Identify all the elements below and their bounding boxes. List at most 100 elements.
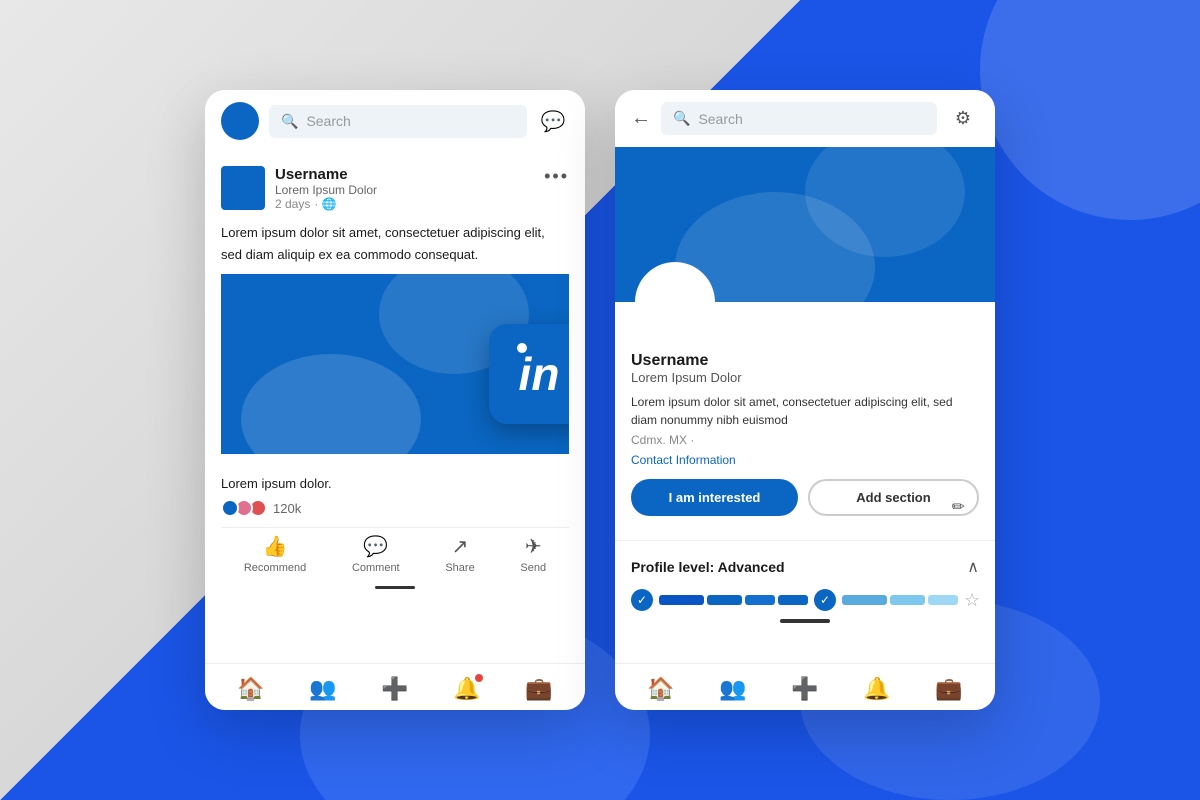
right-jobs-icon: 💼 bbox=[935, 676, 962, 702]
progress-bar: ✓ ✓ ☆ bbox=[631, 589, 979, 611]
edit-pencil-icon[interactable]: ✏ bbox=[952, 497, 965, 517]
right-bottom-nav: 🏠 👥 ➕ 🔔 💼 bbox=[615, 663, 995, 710]
post-author: Username Lorem Ipsum Dolor 2 days · 🌐 bbox=[221, 166, 377, 211]
right-nav-add[interactable]: ➕ bbox=[791, 676, 818, 702]
profile-action-row: I am interested Add section bbox=[631, 479, 979, 516]
network-icon: 👥 bbox=[309, 676, 336, 702]
right-network-icon: 👥 bbox=[719, 676, 746, 702]
post-time: 2 days · 🌐 bbox=[275, 197, 377, 211]
chat-icon[interactable]: 💬 bbox=[537, 105, 569, 137]
right-search-bar[interactable]: 🔍 Search bbox=[661, 102, 937, 135]
home-icon: 🏠 bbox=[237, 676, 264, 702]
post-text-line2: sed diam aliquip ex ea commodo consequat… bbox=[221, 245, 569, 265]
progress-seg-3 bbox=[745, 595, 775, 605]
home-indicator-right bbox=[780, 619, 830, 623]
profile-bio: Lorem ipsum dolor sit amet, consectetuer… bbox=[631, 393, 979, 429]
reaction-count: 120k bbox=[273, 501, 301, 516]
comment-label: Comment bbox=[352, 562, 400, 574]
linkedin-in-text: in bbox=[519, 348, 560, 400]
reaction-dot-blue bbox=[221, 499, 239, 517]
post-header: Username Lorem Ipsum Dolor 2 days · 🌐 ••… bbox=[221, 166, 569, 211]
search-icon-right: 🔍 bbox=[673, 110, 690, 127]
post-footer-text: Lorem ipsum dolor. bbox=[221, 476, 569, 491]
right-search-text: Search bbox=[698, 111, 742, 127]
notification-badge bbox=[473, 672, 485, 684]
post-footer: Lorem ipsum dolor. 120k 👍 Recommend 💬 Co… bbox=[205, 468, 585, 589]
recommend-icon: 👍 bbox=[263, 534, 288, 559]
post-author-info: Username Lorem Ipsum Dolor 2 days · 🌐 bbox=[275, 166, 377, 211]
post-subtitle: Lorem Ipsum Dolor bbox=[275, 183, 377, 197]
post-image-blob1 bbox=[241, 354, 421, 454]
settings-icon[interactable]: ⚙ bbox=[947, 103, 979, 135]
progress-segments-right bbox=[842, 595, 958, 605]
left-bottom-nav: 🏠 👥 ➕ 🔔 💼 bbox=[205, 663, 585, 710]
interested-button[interactable]: I am interested bbox=[631, 479, 798, 516]
profile-level-title: Profile level: Advanced bbox=[631, 559, 785, 575]
reaction-dots bbox=[221, 499, 267, 517]
send-button[interactable]: ✈ Send bbox=[520, 534, 546, 574]
reaction-row: 120k bbox=[221, 499, 569, 517]
post-text-line1: Lorem ipsum dolor sit amet, consectetuer… bbox=[221, 223, 569, 243]
progress-check-icon-1: ✓ bbox=[631, 589, 653, 611]
share-icon: ↗ bbox=[452, 534, 469, 559]
add-icon: ➕ bbox=[381, 676, 408, 702]
right-top-nav: ← 🔍 Search ⚙ bbox=[615, 90, 995, 147]
recommend-button[interactable]: 👍 Recommend bbox=[244, 534, 306, 574]
nav-avatar[interactable] bbox=[221, 102, 259, 140]
left-search-bar[interactable]: 🔍 Search bbox=[269, 105, 527, 138]
send-icon: ✈ bbox=[525, 534, 542, 559]
profile-level-section: Profile level: Advanced ∧ ✓ ✓ ☆ bbox=[615, 540, 995, 643]
share-button[interactable]: ↗ Share bbox=[445, 534, 474, 574]
comment-button[interactable]: 💬 Comment bbox=[352, 534, 400, 574]
right-phone-screen: ← 🔍 Search ⚙ ✏ Username Lorem Ipsum Dolo… bbox=[615, 90, 995, 710]
right-nav-jobs[interactable]: 💼 bbox=[935, 676, 962, 702]
post-image: in bbox=[221, 274, 569, 454]
profile-location: Cdmx. MX · bbox=[631, 433, 979, 447]
post-card: Username Lorem Ipsum Dolor 2 days · 🌐 ••… bbox=[205, 152, 585, 468]
progress-segments-left bbox=[659, 595, 808, 605]
profile-info: ✏ Username Lorem Ipsum Dolor Lorem ipsum… bbox=[615, 302, 995, 532]
right-bell-icon: 🔔 bbox=[863, 676, 890, 702]
nav-jobs[interactable]: 💼 bbox=[525, 676, 552, 702]
linkedin-logo-overlay: in bbox=[489, 324, 569, 424]
send-label: Send bbox=[520, 562, 546, 574]
nav-network[interactable]: 👥 bbox=[309, 676, 336, 702]
back-icon[interactable]: ← bbox=[631, 107, 651, 130]
left-top-nav: 🔍 Search 💬 bbox=[205, 90, 585, 152]
share-label: Share bbox=[445, 562, 474, 574]
profile-level-header: Profile level: Advanced ∧ bbox=[631, 557, 979, 577]
comment-icon: 💬 bbox=[363, 534, 388, 559]
active-indicator bbox=[375, 586, 415, 589]
right-nav-home[interactable]: 🏠 bbox=[647, 676, 674, 702]
nav-home[interactable]: 🏠 bbox=[237, 676, 264, 702]
post-avatar bbox=[221, 166, 265, 210]
search-icon: 🔍 bbox=[281, 113, 298, 130]
action-row: 👍 Recommend 💬 Comment ↗ Share ✈ Send bbox=[221, 527, 569, 580]
profile-avatar bbox=[641, 268, 709, 302]
more-options-icon[interactable]: ••• bbox=[544, 166, 569, 187]
recommend-label: Recommend bbox=[244, 562, 306, 574]
chevron-up-icon[interactable]: ∧ bbox=[967, 557, 979, 577]
left-search-text: Search bbox=[306, 113, 350, 129]
progress-seg-2 bbox=[707, 595, 742, 605]
progress-seg-7 bbox=[928, 595, 958, 605]
progress-seg-6 bbox=[890, 595, 925, 605]
left-phone-screen: 🔍 Search 💬 Username Lorem Ipsum Dolor 2 … bbox=[205, 90, 585, 710]
star-icon: ☆ bbox=[964, 590, 980, 611]
right-home-icon: 🏠 bbox=[647, 676, 674, 702]
contact-info-link[interactable]: Contact Information bbox=[631, 453, 979, 467]
nav-add[interactable]: ➕ bbox=[381, 676, 408, 702]
bg-circle bbox=[980, 0, 1200, 220]
screens-container: 🔍 Search 💬 Username Lorem Ipsum Dolor 2 … bbox=[205, 90, 995, 710]
jobs-icon: 💼 bbox=[525, 676, 552, 702]
right-add-icon: ➕ bbox=[791, 676, 818, 702]
profile-job: Lorem Ipsum Dolor bbox=[631, 370, 979, 385]
right-nav-notifications[interactable]: 🔔 bbox=[863, 676, 890, 702]
progress-seg-4 bbox=[778, 595, 808, 605]
progress-seg-5 bbox=[842, 595, 887, 605]
nav-notifications[interactable]: 🔔 bbox=[453, 676, 480, 702]
progress-seg-1 bbox=[659, 595, 704, 605]
profile-username: Username bbox=[631, 352, 979, 370]
post-username: Username bbox=[275, 166, 377, 183]
right-nav-network[interactable]: 👥 bbox=[719, 676, 746, 702]
